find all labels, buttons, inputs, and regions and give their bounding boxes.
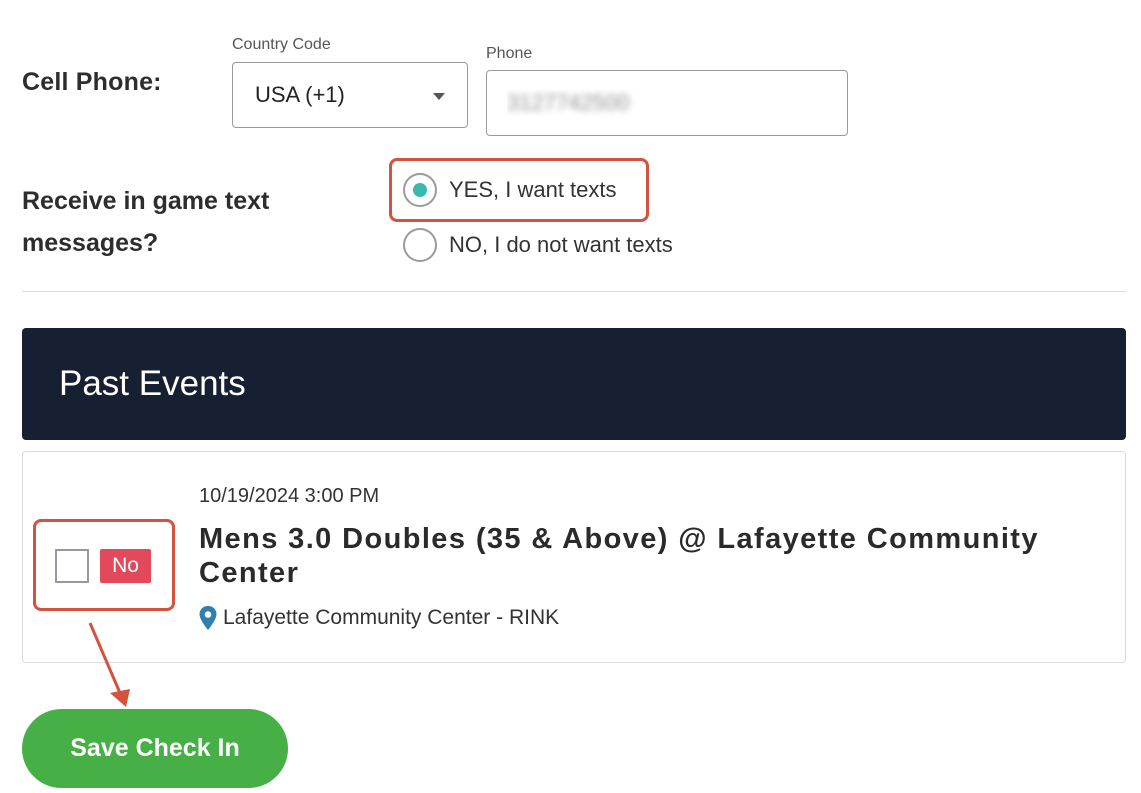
phone-caption: Phone <box>486 45 533 62</box>
radio-yes-label: YES, I want texts <box>449 177 617 202</box>
past-events-title: Past Events <box>59 364 246 403</box>
radio-no-label: NO, I do not want texts <box>449 232 673 257</box>
event-location: Lafayette Community Center - RINK <box>199 606 559 630</box>
country-code-caption: Country Code <box>232 36 331 53</box>
phone-input[interactable] <box>486 70 848 136</box>
radio-dot <box>413 183 427 197</box>
cell-phone-label: Cell Phone: <box>22 68 162 96</box>
event-title: Mens 3.0 Doubles (35 & Above) @ Lafayett… <box>199 523 1039 589</box>
section-divider <box>22 291 1126 292</box>
status-badge: No <box>100 549 151 583</box>
radio-yes-texts[interactable]: YES, I want texts <box>403 173 617 207</box>
caret-down-icon <box>433 93 445 100</box>
event-datetime: 10/19/2024 3:00 PM <box>199 485 380 507</box>
check-in-checkbox[interactable] <box>55 549 89 583</box>
past-events-header: Past Events <box>22 328 1126 440</box>
map-pin-icon <box>199 606 217 630</box>
radio-circle-unselected[interactable] <box>403 228 437 262</box>
receive-texts-label: Receive in game text messages? <box>22 187 270 257</box>
radio-no-texts[interactable]: NO, I do not want texts <box>403 228 673 262</box>
country-code-select[interactable]: USA (+1) <box>232 62 468 128</box>
event-location-text: Lafayette Community Center - RINK <box>223 606 560 629</box>
country-code-value: USA (+1) <box>255 82 345 107</box>
check-in-page: Cell Phone: Country Code USA (+1) Phone … <box>0 0 1141 793</box>
save-check-in-button[interactable]: Save Check In <box>22 709 288 788</box>
radio-circle-selected[interactable] <box>403 173 437 207</box>
